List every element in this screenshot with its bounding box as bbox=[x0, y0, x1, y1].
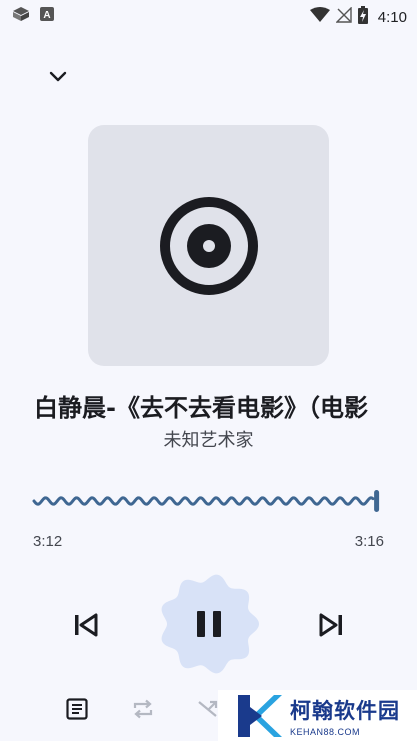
lyrics-icon bbox=[66, 698, 88, 720]
time-elapsed: 3:12 bbox=[33, 533, 63, 550]
previous-button[interactable] bbox=[66, 607, 106, 643]
song-title: 白静晨-《去不去看电影》（电影 bbox=[34, 394, 368, 422]
skip-previous-icon bbox=[75, 613, 98, 637]
watermark: 柯翰软件园 KEHAN88.COM bbox=[218, 690, 417, 741]
collapse-button[interactable] bbox=[44, 62, 72, 90]
progress-thumb[interactable] bbox=[374, 490, 380, 512]
svg-text:A: A bbox=[43, 10, 50, 21]
no-signal-icon bbox=[335, 6, 352, 27]
chevron-down-icon bbox=[49, 71, 67, 82]
a-badge-icon: A bbox=[40, 6, 54, 26]
skip-next-icon bbox=[319, 613, 342, 637]
play-pause-button[interactable] bbox=[158, 573, 260, 675]
battery-charging-icon bbox=[357, 6, 368, 28]
pause-icon bbox=[197, 611, 221, 637]
progress-slider[interactable] bbox=[32, 486, 384, 516]
time-total: 3:16 bbox=[354, 533, 384, 550]
progress-played-track bbox=[32, 496, 375, 506]
wifi-icon bbox=[309, 7, 330, 27]
next-button[interactable] bbox=[311, 607, 351, 643]
album-art bbox=[88, 125, 329, 366]
watermark-name: 柯翰软件园 bbox=[290, 698, 400, 723]
status-bar: A 4:10 bbox=[0, 0, 417, 28]
shuffle-icon bbox=[198, 700, 218, 717]
app-cube-icon bbox=[12, 6, 30, 26]
disc-icon bbox=[159, 196, 258, 295]
lyrics-button[interactable] bbox=[63, 695, 91, 723]
artist-name: 未知艺术家 bbox=[163, 430, 254, 451]
watermark-url: KEHAN88.COM bbox=[290, 726, 361, 737]
repeat-icon bbox=[133, 699, 153, 719]
repeat-button[interactable] bbox=[129, 695, 157, 723]
kehan-logo bbox=[238, 694, 282, 737]
status-time: 4:10 bbox=[377, 8, 407, 26]
